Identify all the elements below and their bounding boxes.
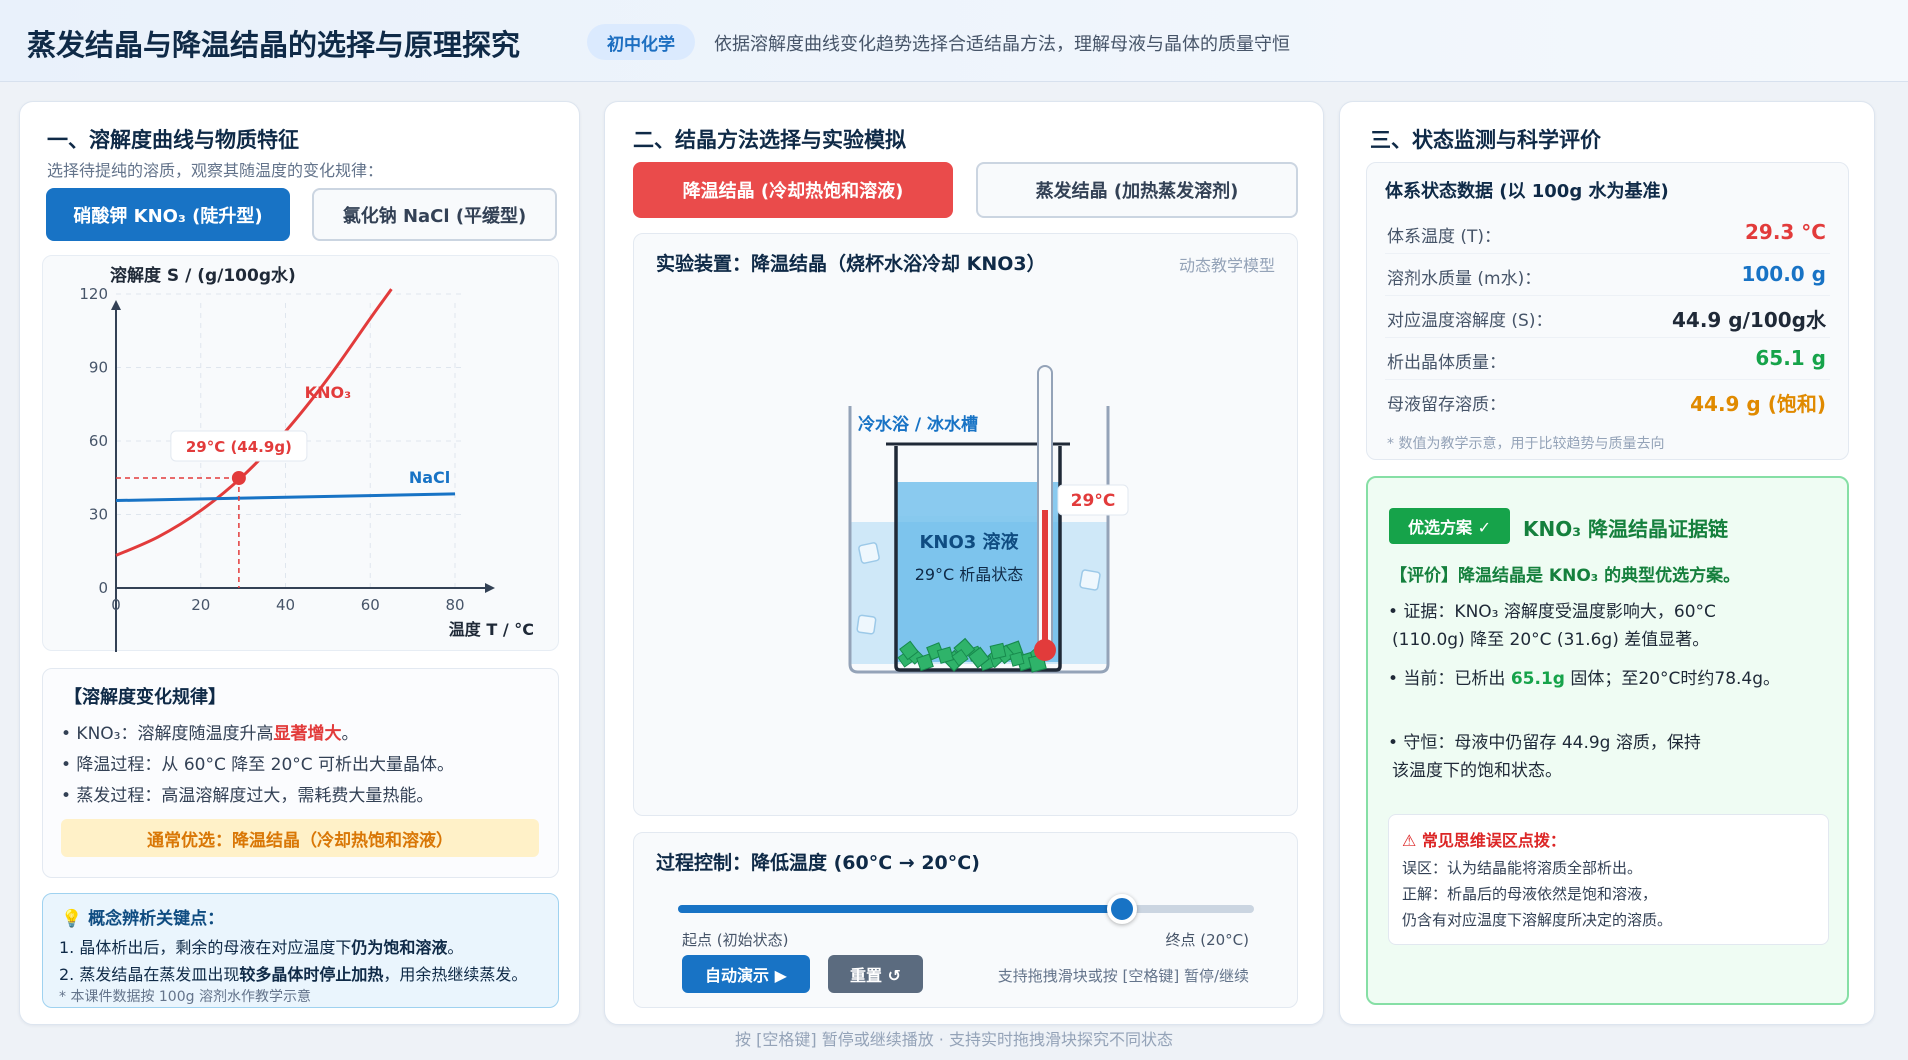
rule-kno3: • KNO₃：溶解度随温度升高显著增大。 <box>61 724 359 744</box>
marker-label: 29°C (44.9g) <box>186 438 292 456</box>
x-axis-arrow <box>485 583 495 593</box>
x-tick-label: 60 <box>361 596 380 614</box>
state-data-title: 体系状态数据 (以 100g 水为基准) <box>1385 181 1669 202</box>
bath-label: 冷水浴 / 冰水槽 <box>858 414 978 435</box>
evidence-line-1: • 证据：KNO₃ 溶解度受温度影响大，60°C <box>1388 602 1716 622</box>
temperature-slider[interactable] <box>678 894 1254 924</box>
y-tick-label: 90 <box>89 359 108 377</box>
rules-title: 【溶解度变化规律】 <box>64 687 226 708</box>
current-point-marker <box>231 470 246 485</box>
evaporation-method-button[interactable]: 蒸发结晶 (加热蒸发溶剂) <box>976 162 1298 218</box>
thermometer-mercury <box>1042 510 1048 648</box>
concept-note: * 本课件数据按 100g 溶剂水作教学示意 <box>59 989 311 1005</box>
panel1-title: 一、溶解度曲线与物质特征 <box>47 128 299 152</box>
series-line-kno3 <box>115 288 393 557</box>
slider-start-label: 起点 (初始状态) <box>682 931 789 949</box>
recommend-banner: 通常优选：降温结晶（冷却热饱和溶液） <box>61 819 539 857</box>
rule-evaporation: • 蒸发过程：高温溶解度过大，需耗费大量热能。 <box>61 786 434 806</box>
ice-cube-icon <box>856 614 877 635</box>
series-label-nacl: NaCl <box>409 468 450 487</box>
state-row-water: 溶剂水质量 (m水)： 100.0 g <box>1385 254 1830 296</box>
series-label-kno3: KNO₃ <box>305 383 351 402</box>
solubility-chart: 0 20 40 60 80 0 30 60 90 120 KNO₃ NaCl 29°C (44.9g… <box>79 265 534 652</box>
auto-play-button[interactable]: 自动演示 ▶ <box>682 955 810 993</box>
slider-fill <box>678 905 1122 913</box>
state-row-crystal: 析出晶体质量： 65.1 g <box>1385 338 1830 380</box>
misconception-title: ⚠ 常见思维误区点拨： <box>1402 831 1566 850</box>
x-tick-label: 80 <box>445 596 464 614</box>
y-axis-arrow <box>111 300 121 310</box>
thermo-readout: 29°C <box>1071 491 1116 511</box>
current-status: • 当前：已析出 65.1g 固体；至20°C时约78.4g。 <box>1388 669 1781 689</box>
evaluation-title: KNO₃ 降温结晶证据链 <box>1523 517 1728 541</box>
x-tick-label: 20 <box>191 596 210 614</box>
kno3-button[interactable]: 硝酸钾 KNO₃ (陡升型) <box>46 188 290 241</box>
rules-box: 【溶解度变化规律】 • KNO₃：溶解度随温度升高显著增大。 • 降温过程：从 … <box>42 668 559 878</box>
solution-state-label: 29°C 析晶状态 <box>915 565 1024 584</box>
state-row-solubility: 对应温度溶解度 (S)： 44.9 g/100g水 <box>1385 296 1830 338</box>
nacl-button[interactable]: 氯化钠 NaCl (平缓型) <box>312 188 557 241</box>
rule-cooling: • 降温过程：从 60°C 降至 20°C 可析出大量晶体。 <box>61 755 455 775</box>
ice-cube-icon <box>858 542 880 564</box>
control-title: 过程控制：降低温度 (60°C → 20°C) <box>656 852 980 874</box>
concept-box: 💡 概念辨析关键点： 1. 晶体析出后，剩余的母液在对应温度下仍为饱和溶液。 2… <box>42 893 559 1008</box>
state-row-temperature: 体系温度 (T)： 29.3 °C <box>1385 212 1830 254</box>
concept-title: 💡 概念辨析关键点： <box>61 909 225 929</box>
header-description: 依据溶解度曲线变化趋势选择合适结晶方法，理解母液与晶体的质量守恒 <box>714 34 1290 55</box>
beaker-solution-top <box>896 482 1060 516</box>
monitor-panel: 三、状态监测与科学评价 体系状态数据 (以 100g 水为基准) 体系温度 (T… <box>1339 101 1875 1025</box>
x-tick-label: 0 <box>111 596 121 614</box>
solution-label: KNO3 溶液 <box>919 531 1019 553</box>
y-axis-label: 溶解度 S / (g/100g水) <box>110 265 296 286</box>
conservation-line-2: 该温度下的饱和状态。 <box>1392 761 1562 781</box>
evidence-line-2: (110.0g) 降至 20°C (31.6g) 差值显著。 <box>1392 630 1710 650</box>
y-tick-label: 120 <box>79 285 108 303</box>
state-row-mother-liquor: 母液留存溶质： 44.9 g (饱和) <box>1387 392 1826 416</box>
control-box: 过程控制：降低温度 (60°C → 20°C) 起点 (初始状态) 终点 (20… <box>633 832 1298 1008</box>
slider-end-label: 终点 (20°C) <box>1165 931 1249 949</box>
x-axis-label: 温度 T / °C <box>448 620 534 639</box>
evaluation-verdict: 【评价】降温结晶是 KNO₃ 的典型优选方案。 <box>1390 566 1741 586</box>
experiment-apparatus: 冷水浴 / 冰水槽 KNO3 溶液 29°C 析晶状态 29°C <box>848 365 1129 674</box>
level-badge: 初中化学 <box>587 24 695 60</box>
concept-point-1: 1. 晶体析出后，剩余的母液在对应温度下仍为饱和溶液。 <box>59 938 464 957</box>
y-tick-label: 30 <box>89 506 108 524</box>
evaluation-box: 优选方案 ✓ KNO₃ 降温结晶证据链 【评价】降温结晶是 KNO₃ 的典型优选… <box>1366 476 1849 1005</box>
solubility-panel: 一、溶解度曲线与物质特征 选择待提纯的溶质，观察其随温度的变化规律： 硝酸钾 K… <box>19 101 580 1025</box>
page-title: 蒸发结晶与降温结晶的选择与原理探究 <box>27 28 521 62</box>
panel2-title: 二、结晶方法选择与实验模拟 <box>633 128 906 152</box>
solute-prompt: 选择待提纯的溶质，观察其随温度的变化规律： <box>47 161 384 180</box>
panel3-title: 三、状态监测与科学评价 <box>1370 128 1601 152</box>
control-hint: 支持拖拽滑块或按 [空格键] 暂停/继续 <box>997 967 1249 985</box>
footer-hint: 按 [空格键] 暂停或继续播放 · 支持实时拖拽滑块探究不同状态 <box>735 1030 1173 1049</box>
method-panel: 二、结晶方法选择与实验模拟 降温结晶 (冷却热饱和溶液) 蒸发结晶 (加热蒸发溶… <box>604 101 1324 1025</box>
preferred-badge: 优选方案 ✓ <box>1389 508 1510 544</box>
state-data-box: 体系状态数据 (以 100g 水为基准) 体系温度 (T)： 29.3 °C 溶… <box>1366 162 1849 460</box>
misconception-line-2: 正解：析晶后的母液依然是饱和溶液， <box>1402 885 1658 903</box>
y-tick-label: 60 <box>89 432 108 450</box>
ice-cube-icon <box>1079 569 1101 591</box>
solubility-chart-box: 0 20 40 60 80 0 30 60 90 120 KNO₃ NaCl 29°C (44.9g… <box>42 255 559 652</box>
state-data-note: * 数值为教学示意，用于比较趋势与质量去向 <box>1387 436 1665 452</box>
slider-thumb[interactable] <box>1106 894 1137 924</box>
reset-button[interactable]: 重置 ↺ <box>828 955 923 993</box>
y-tick-label: 0 <box>98 579 108 597</box>
cooling-method-button[interactable]: 降温结晶 (冷却热饱和溶液) <box>633 162 953 218</box>
misconception-line-3: 仍含有对应温度下溶解度所决定的溶质。 <box>1402 911 1673 929</box>
conservation-line-1: • 守恒：母液中仍留存 44.9g 溶质，保持 <box>1388 733 1701 753</box>
concept-point-2: 2. 蒸发结晶在蒸发皿出现较多晶体时停止加热，用余热继续蒸发。 <box>59 965 528 984</box>
app-header: 蒸发结晶与降温结晶的选择与原理探究 初中化学 依据溶解度曲线变化趋势选择合适结晶… <box>0 0 1908 82</box>
thermometer-bulb <box>1034 639 1056 661</box>
misconception-line-1: 误区：认为结晶能将溶质全部析出。 <box>1402 859 1643 877</box>
misconception-box: ⚠ 常见思维误区点拨： 误区：认为结晶能将溶质全部析出。 正解：析晶后的母液依然… <box>1388 814 1829 945</box>
apparatus-box: 实验装置：降温结晶（烧杯水浴冷却 KNO3） 动态教学模型 冷水浴 / 冰水槽 … <box>633 233 1298 816</box>
x-tick-label: 40 <box>276 596 295 614</box>
